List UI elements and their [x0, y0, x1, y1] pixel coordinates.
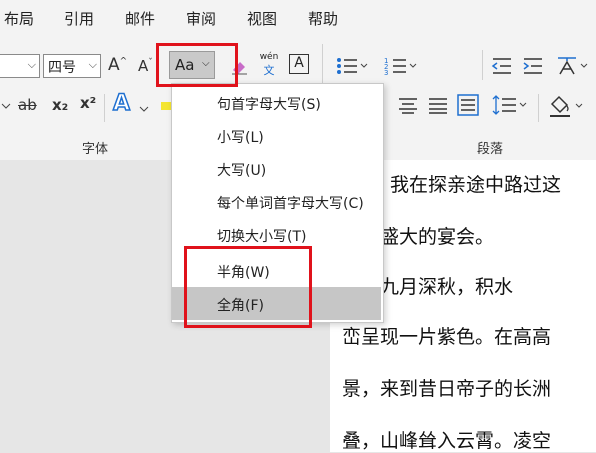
document-line: 叠，山峰耸入云霄。凌空 [342, 430, 552, 452]
chinese-layout-icon [558, 57, 588, 75]
distributed-button[interactable] [457, 94, 479, 120]
strikethrough-button[interactable]: ab [18, 96, 37, 114]
shrink-font-button[interactable]: Aˇ [138, 57, 153, 75]
menu-item-uppercase[interactable]: 大写(U) [172, 152, 381, 185]
menu-item-lowercase[interactable]: 小写(L) [172, 119, 381, 152]
shading-button[interactable] [548, 94, 588, 122]
menu-review[interactable]: 审阅 [186, 8, 216, 29]
decrease-indent-button[interactable] [491, 56, 513, 80]
superscript-button[interactable]: x² [80, 94, 96, 112]
underline-options[interactable] [0, 98, 12, 118]
bullet-list-icon [337, 58, 368, 74]
menu-view[interactable]: 视图 [247, 8, 277, 29]
paragraph-group-label: 段落 [477, 142, 504, 157]
menu-mailings[interactable]: 邮件 [125, 8, 155, 29]
increase-indent-button[interactable] [522, 56, 544, 80]
justify-button[interactable] [428, 96, 448, 118]
highlight-box-change-case [156, 43, 238, 87]
font-group-label: 字体 [82, 142, 109, 157]
document-line: 峦呈现一片紫色。在高高 [342, 326, 552, 348]
svg-text:3: 3 [384, 69, 388, 76]
distributed-icon [457, 94, 479, 116]
decrease-indent-icon [491, 58, 511, 74]
character-border-button[interactable]: A [289, 54, 309, 74]
separator [538, 94, 539, 122]
text-effects-dropdown[interactable] [138, 100, 150, 119]
menu-help[interactable]: 帮助 [308, 8, 338, 29]
chevron-down-icon [139, 106, 149, 112]
numbered-list-icon: 1 2 3 [384, 57, 417, 77]
font-size-combo[interactable]: 四号 ⌵ [43, 54, 101, 78]
paint-bucket-icon [550, 95, 583, 117]
highlight-color-swatch[interactable] [161, 102, 171, 110]
numbering-button[interactable]: 1 2 3 [384, 56, 418, 80]
document-line: 景，来到昔日帝子的长洲 [342, 378, 552, 400]
text-effects-button[interactable]: A [112, 90, 131, 117]
align-center-button[interactable] [398, 96, 418, 118]
bullets-button[interactable] [335, 56, 369, 80]
increase-indent-icon [523, 58, 542, 74]
grow-font-button[interactable]: A^ [108, 55, 127, 75]
justify-icon [429, 98, 447, 114]
menu-references[interactable]: 引用 [64, 8, 94, 29]
chinese-layout-button[interactable] [556, 54, 590, 80]
menu-layout[interactable]: 布局 [4, 8, 34, 29]
document-line: 我在探亲途中路过这 [390, 174, 562, 196]
line-spacing-icon [492, 95, 527, 115]
chevron-down-icon [1, 103, 11, 109]
separator [104, 94, 105, 122]
subscript-button[interactable]: x₂ [52, 96, 68, 114]
highlight-box-width-options [184, 246, 312, 328]
phonetic-guide-button[interactable]: wén 文 [258, 52, 280, 78]
separator [482, 50, 483, 80]
font-name-combo[interactable]: ⌵ [0, 54, 40, 78]
chevron-down-icon: ⌵ [27, 58, 36, 71]
line-spacing-button[interactable] [492, 94, 528, 120]
menu-item-capitalize-each-word[interactable]: 每个单词首字母大写(C) [172, 185, 381, 218]
chevron-down-icon: ⌵ [88, 58, 97, 71]
menu-item-sentence-case[interactable]: 句首字母大写(S) [172, 86, 381, 119]
align-center-icon [399, 98, 417, 114]
menu-bar: 布局 引用 邮件 审阅 视图 帮助 [0, 0, 596, 36]
